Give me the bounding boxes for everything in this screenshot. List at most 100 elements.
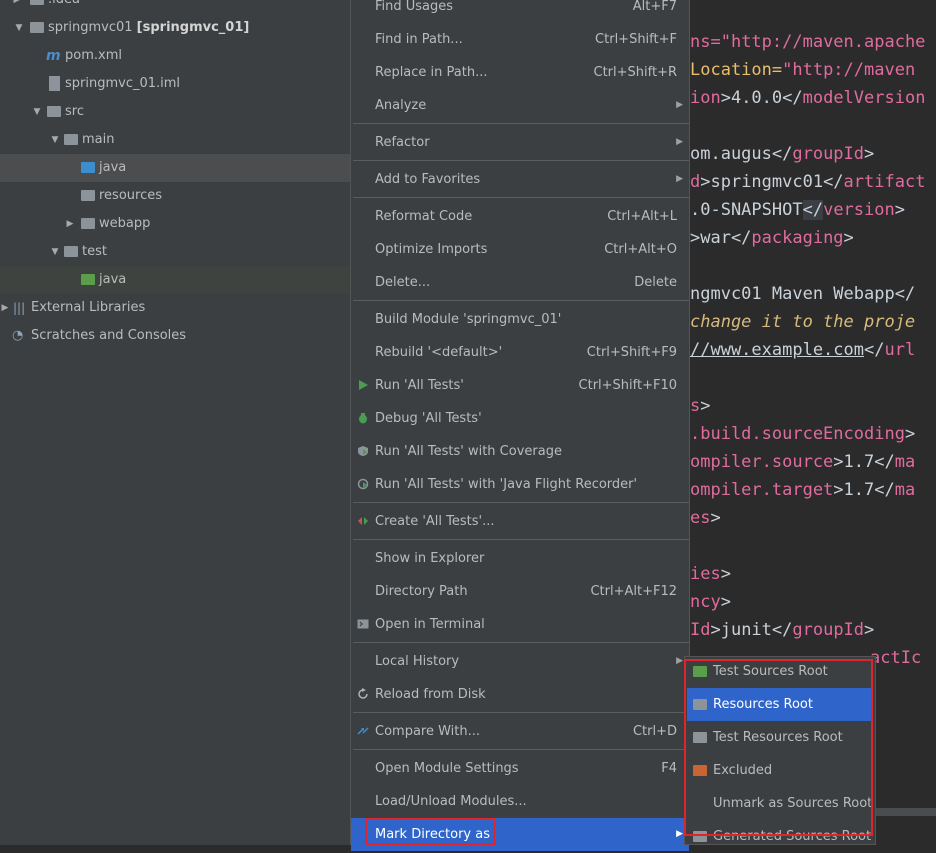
menu-shortcut: F4 (661, 761, 677, 776)
menu-item-reformat-code[interactable]: Reformat Code Ctrl+Alt+L (351, 200, 689, 233)
run-icon (359, 380, 368, 390)
library-icon: ||| (13, 301, 26, 315)
tree-item-label: java (99, 272, 127, 287)
menu-item-label: Load/Unload Modules... (375, 794, 527, 809)
menu-item-delete[interactable]: Delete... Delete (351, 266, 689, 299)
menu-item-analyze[interactable]: Analyze ▶ (351, 89, 689, 122)
submenu-arrow-icon: ▶ (676, 829, 683, 839)
menu-item-run-all-tests[interactable]: Run 'All Tests' Ctrl+Shift+F10 (351, 369, 689, 402)
menu-item-label: Run 'All Tests' with 'Java Flight Record… (375, 477, 638, 492)
menu-item-build-module[interactable]: Build Module 'springmvc_01' (351, 303, 689, 336)
tree-item-pom[interactable]: m pom.xml (0, 42, 350, 70)
tree-item-label: External Libraries (31, 300, 146, 315)
chevron-down-icon[interactable]: ▼ (50, 238, 60, 266)
tree-item-label: Scratches and Consoles (31, 328, 187, 343)
code-line: >war</packaging> (690, 228, 854, 248)
module-folder-icon (30, 22, 44, 33)
highlight-box (684, 659, 873, 836)
menu-item-find-usages[interactable]: Find Usages Alt+F7 (351, 0, 689, 23)
code-line: s> (690, 396, 711, 416)
menu-item-label: Analyze (375, 98, 427, 113)
menu-item-run-with-jfr[interactable]: Run 'All Tests' with 'Java Flight Record… (351, 468, 689, 501)
code-line: d>springmvc01</artifact (690, 172, 926, 192)
code-line: //www.example.com</url (690, 340, 916, 360)
menu-item-open-in-terminal[interactable]: Open in Terminal (351, 608, 689, 641)
menu-item-reload-from-disk[interactable]: Reload from Disk (351, 678, 689, 711)
menu-item-debug-all-tests[interactable]: Debug 'All Tests' (351, 402, 689, 435)
tree-item-label: src (65, 104, 84, 119)
code-line: actIc (870, 648, 922, 668)
menu-item-add-to-favorites[interactable]: Add to Favorites ▶ (351, 163, 689, 196)
tree-item-label: pom.xml (65, 48, 122, 63)
test-source-folder-icon (81, 274, 95, 285)
menu-item-label: Local History (375, 654, 460, 669)
tree-item-scratches[interactable]: ◔ Scratches and Consoles (0, 322, 350, 350)
menu-item-replace-in-path[interactable]: Replace in Path... Ctrl+Shift+R (351, 56, 689, 89)
code-line: change it to the proje (690, 312, 916, 332)
create-test-icon (358, 517, 368, 525)
menu-item-run-with-coverage[interactable]: Run 'All Tests' with Coverage (351, 435, 689, 468)
chevron-down-icon[interactable]: ▼ (14, 14, 24, 42)
tree-item-src[interactable]: ▼ src (0, 98, 350, 126)
web-folder-icon (81, 218, 95, 229)
tree-item-test-java[interactable]: java (0, 266, 350, 294)
menu-item-refactor[interactable]: Refactor ▶ (351, 126, 689, 159)
tree-item-label: java (99, 160, 127, 175)
menu-item-local-history[interactable]: Local History ▶ (351, 645, 689, 678)
code-line: ion>4.0.0</modelVersion (690, 88, 926, 108)
menu-separator (353, 749, 689, 750)
tree-item-main-java[interactable]: java (0, 154, 350, 182)
menu-item-find-in-path[interactable]: Find in Path... Ctrl+Shift+F (351, 23, 689, 56)
submenu-arrow-icon: ▶ (676, 100, 683, 110)
reload-icon (358, 688, 368, 699)
chevron-down-icon[interactable]: ▼ (50, 126, 60, 154)
menu-item-label: Show in Explorer (375, 551, 485, 566)
tree-item-main[interactable]: ▼ main (0, 126, 350, 154)
folder-icon (64, 134, 78, 145)
menu-shortcut: Delete (634, 275, 677, 290)
menu-separator (353, 197, 689, 198)
menu-separator (353, 712, 689, 713)
compare-icon (357, 727, 369, 735)
tree-item-external-libraries[interactable]: ▶ ||| External Libraries (0, 294, 350, 322)
chevron-right-icon[interactable]: ▶ (0, 294, 10, 322)
menu-item-open-module-settings[interactable]: Open Module Settings F4 (351, 752, 689, 785)
tree-item-resources[interactable]: resources (0, 182, 350, 210)
code-line: es> (690, 508, 721, 528)
menu-item-label: Compare With... (375, 724, 481, 739)
tree-item-label: springmvc01 [springmvc_01] (48, 20, 250, 35)
menu-shortcut: Ctrl+Alt+L (607, 209, 677, 224)
maven-icon: m (46, 48, 61, 64)
code-line: ompiler.target>1.7</ma (690, 480, 916, 500)
tree-item-springmvc01[interactable]: ▼ springmvc01 [springmvc_01] (0, 14, 350, 42)
menu-item-optimize-imports[interactable]: Optimize Imports Ctrl+Alt+O (351, 233, 689, 266)
submenu-arrow-icon: ▶ (676, 174, 683, 184)
tree-item-label: .idea (48, 0, 80, 14)
menu-item-rebuild[interactable]: Rebuild '<default>' Ctrl+Shift+F9 (351, 336, 689, 369)
chevron-right-icon[interactable]: ▶ (65, 210, 75, 238)
code-line: ncy> (690, 592, 731, 612)
highlight-box (365, 818, 495, 845)
menu-item-create-all-tests[interactable]: Create 'All Tests'... (351, 505, 689, 538)
tree-item-webapp[interactable]: ▶ webapp (0, 210, 350, 238)
menu-item-directory-path[interactable]: Directory Path Ctrl+Alt+F12 (351, 575, 689, 608)
tree-item-iml[interactable]: springmvc_01.iml (0, 70, 350, 98)
menu-item-show-in-explorer[interactable]: Show in Explorer (351, 542, 689, 575)
tree-item-idea[interactable]: ▶ .idea (0, 0, 350, 14)
menu-item-label: Build Module 'springmvc_01' (375, 312, 562, 327)
menu-item-label: Find Usages (375, 0, 454, 14)
chevron-down-icon[interactable]: ▼ (32, 98, 42, 126)
terminal-icon (357, 619, 369, 629)
menu-item-label: Optimize Imports (375, 242, 488, 257)
tree-item-label: springmvc_01.iml (65, 76, 181, 91)
menu-item-compare-with[interactable]: Compare With... Ctrl+D (351, 715, 689, 748)
code-line: .0-SNAPSHOT</version> (690, 200, 905, 220)
source-folder-icon (81, 162, 95, 173)
menu-item-load-unload-modules[interactable]: Load/Unload Modules... (351, 785, 689, 818)
menu-item-label: Delete... (375, 275, 431, 290)
project-tree: ▶ .idea ▼ springmvc01 [springmvc_01] m p… (0, 0, 350, 845)
chevron-right-icon[interactable]: ▶ (12, 0, 22, 14)
tree-item-test[interactable]: ▼ test (0, 238, 350, 266)
module-name: [springmvc_01] (136, 20, 250, 35)
horizontal-scrollbar[interactable] (875, 808, 936, 816)
